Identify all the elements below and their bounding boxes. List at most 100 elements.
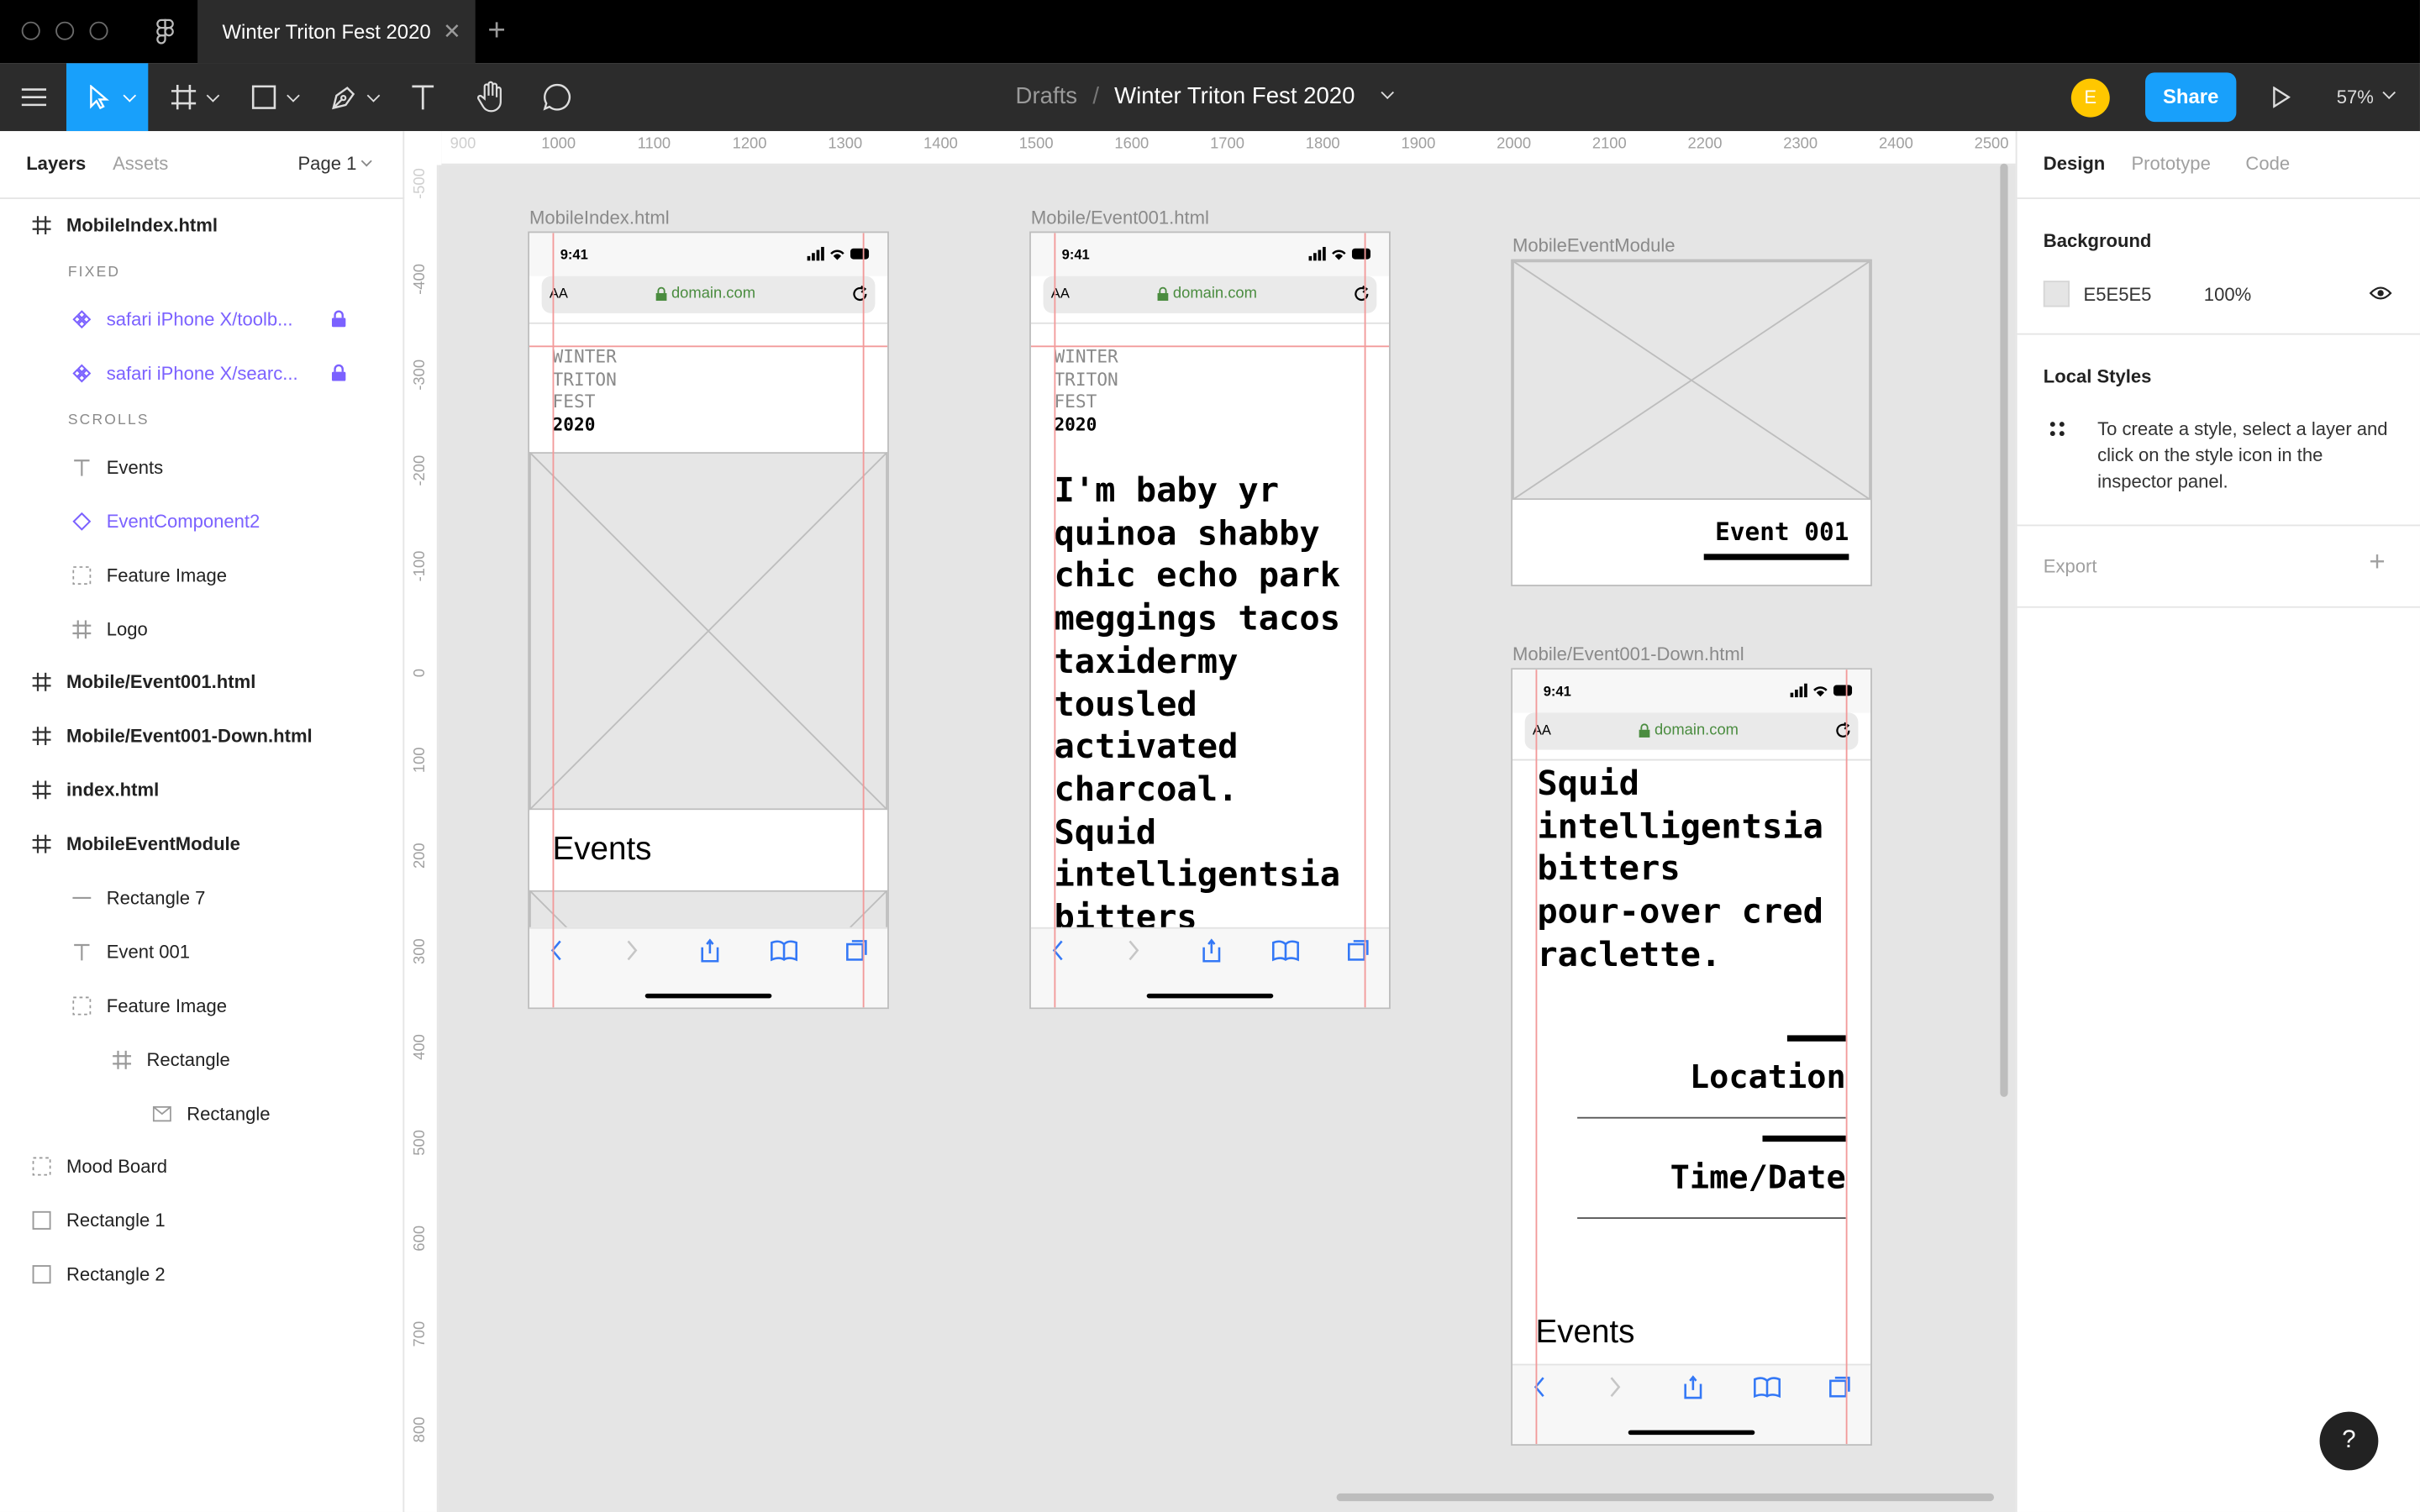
layer-row[interactable]: safari iPhone X/searc... (0, 345, 404, 399)
layer-row[interactable]: MobileIndex.html (0, 197, 404, 251)
layer-row[interactable]: Mood Board (0, 1138, 404, 1192)
frame-mobileindex[interactable]: 9:41 AA domain.com WINTER TRITON FEST 20… (528, 231, 889, 1010)
tab-assets[interactable]: Assets (113, 153, 168, 175)
frame-icon (71, 618, 92, 640)
frame-tool-button[interactable] (160, 63, 225, 131)
share-button[interactable]: Share (2145, 72, 2237, 123)
layer-label: Mobile/Event001.html (66, 670, 256, 692)
reload-icon[interactable] (852, 285, 869, 302)
background-section: Background E5E5E5 100% (2017, 199, 2420, 335)
eye-icon[interactable] (2369, 286, 2392, 301)
present-button[interactable] (2263, 63, 2300, 131)
breadcrumb-drafts[interactable]: Drafts (1016, 63, 1077, 131)
text-line: quinoa shabby (1054, 514, 1320, 554)
ruler-tick-label: 1600 (1114, 135, 1150, 153)
frame-event001[interactable]: 9:41 AA domain.com WINTER TRITON FEST 20… (1029, 231, 1391, 1010)
layer-row[interactable]: Rectangle (0, 1086, 404, 1140)
url-bar[interactable]: AA domain.com (1043, 276, 1377, 313)
text-tool-button[interactable] (398, 63, 448, 131)
frame-mobileeventmodule[interactable]: Event 001 (1511, 259, 1872, 586)
window-maximize-dot[interactable] (89, 21, 108, 40)
canvas-horizontal-scrollbar[interactable] (1336, 1493, 1995, 1502)
shape-tool-button[interactable] (241, 63, 306, 131)
tab-prototype[interactable]: Prototype (2131, 153, 2210, 175)
layer-row[interactable]: index.html (0, 762, 404, 816)
figma-logo-icon[interactable] (156, 18, 175, 46)
zoom-chevron-icon[interactable] (2382, 86, 2396, 99)
time-date-divider (1577, 1217, 1846, 1219)
layer-row[interactable]: Rectangle 1 (0, 1193, 404, 1247)
frame-label-mobileindex[interactable]: MobileIndex.html (529, 207, 670, 228)
help-button[interactable]: ? (2319, 1411, 2379, 1471)
layer-row[interactable]: Rectangle 7 (0, 870, 404, 924)
canvas[interactable]: 900 1000 1100 1200 1300 1400 1500 1600 1700 1800 1… (404, 131, 2016, 1512)
background-swatch[interactable] (2043, 281, 2070, 307)
background-opacity[interactable]: 100% (2204, 284, 2251, 306)
frame-event001-down[interactable]: 9:41 AA domain.com Squid intelligentsia bi… (1511, 668, 1872, 1446)
feature-image-placeholder[interactable] (529, 452, 888, 811)
logo-line: TRITON (552, 368, 617, 390)
layer-row[interactable]: Feature Image (0, 548, 404, 601)
layer-row[interactable]: safari iPhone X/toolb... (0, 291, 404, 345)
layer-row[interactable]: Rectangle (0, 1032, 404, 1086)
layout-guide (1030, 345, 1390, 348)
line-icon (71, 886, 92, 908)
tab-design[interactable]: Design (2044, 153, 2105, 175)
comment-tool-button[interactable] (533, 63, 582, 131)
avatar[interactable]: E (2070, 78, 2110, 118)
rectangle-tool-icon (251, 85, 276, 109)
window-close-dot[interactable] (21, 21, 40, 40)
hand-tool-button[interactable] (466, 63, 516, 131)
safari-nav-icons[interactable] (548, 938, 875, 963)
event-image-placeholder[interactable] (529, 890, 888, 931)
page-chevron-icon[interactable] (360, 155, 372, 167)
tab-code[interactable]: Code (2245, 153, 2290, 175)
page-selector[interactable]: Page 1 (297, 153, 356, 175)
reload-icon[interactable] (1354, 285, 1370, 302)
layer-row[interactable]: Events (0, 439, 404, 493)
main-menu-button[interactable] (0, 63, 66, 131)
lock-icon[interactable] (327, 362, 349, 384)
module-image-placeholder[interactable] (1512, 260, 1871, 501)
url-bar[interactable]: AA domain.com (1524, 712, 1859, 750)
layer-row[interactable]: Rectangle 2 (0, 1247, 404, 1300)
layer-row[interactable]: Logo (0, 601, 404, 655)
frame-label-event001-down[interactable]: Mobile/Event001-Down.html (1512, 643, 1744, 665)
move-tool-button[interactable] (66, 63, 149, 132)
close-tab-icon[interactable]: ✕ (443, 18, 461, 45)
add-export-icon[interactable]: + (2369, 546, 2385, 579)
frame-label-module[interactable]: MobileEventModule (1512, 234, 1676, 256)
layer-row[interactable]: EventComponent2 (0, 494, 404, 548)
lock-icon[interactable] (327, 307, 349, 329)
canvas-vertical-scrollbar[interactable] (2000, 163, 2008, 1097)
layer-row[interactable]: Mobile/Event001.html (0, 654, 404, 708)
logo: WINTER TRITON FEST 2020 (553, 345, 617, 435)
layer-row[interactable]: MobileEventModule (0, 816, 404, 870)
text-line: taxidermy (1054, 643, 1239, 682)
layer-row[interactable]: Mobile/Event001-Down.html (0, 708, 404, 762)
frame-tool-icon (171, 85, 197, 110)
pen-tool-button[interactable] (321, 63, 386, 131)
hand-icon (477, 81, 502, 113)
time-date-bar (1762, 1135, 1846, 1142)
file-name[interactable]: Winter Triton Fest 2020 (1114, 63, 1355, 131)
zoom-level[interactable]: 57% (2337, 63, 2374, 131)
group-icon (71, 995, 92, 1016)
comment-icon (543, 83, 571, 111)
file-tab[interactable]: Winter Triton Fest 2020 (197, 0, 476, 64)
logo-line: FEST (1054, 390, 1097, 412)
tab-layers[interactable]: Layers (26, 153, 86, 175)
layer-row[interactable]: Feature Image (0, 978, 404, 1032)
frame-label-event001[interactable]: Mobile/Event001.html (1031, 207, 1209, 228)
file-menu-chevron-icon[interactable] (1381, 86, 1394, 99)
reload-icon[interactable] (1835, 722, 1852, 739)
url-bar[interactable]: AA domain.com (541, 276, 876, 313)
safari-nav-icons[interactable] (1531, 1374, 1858, 1399)
background-hex[interactable]: E5E5E5 (2084, 284, 2152, 306)
safari-nav-icons[interactable] (1050, 938, 1376, 963)
new-tab-icon[interactable]: + (487, 14, 505, 50)
ruler-tick-label: 1200 (732, 135, 767, 153)
window-minimize-dot[interactable] (55, 21, 75, 40)
frame-icon (111, 1048, 133, 1070)
layer-row[interactable]: Event 001 (0, 924, 404, 978)
